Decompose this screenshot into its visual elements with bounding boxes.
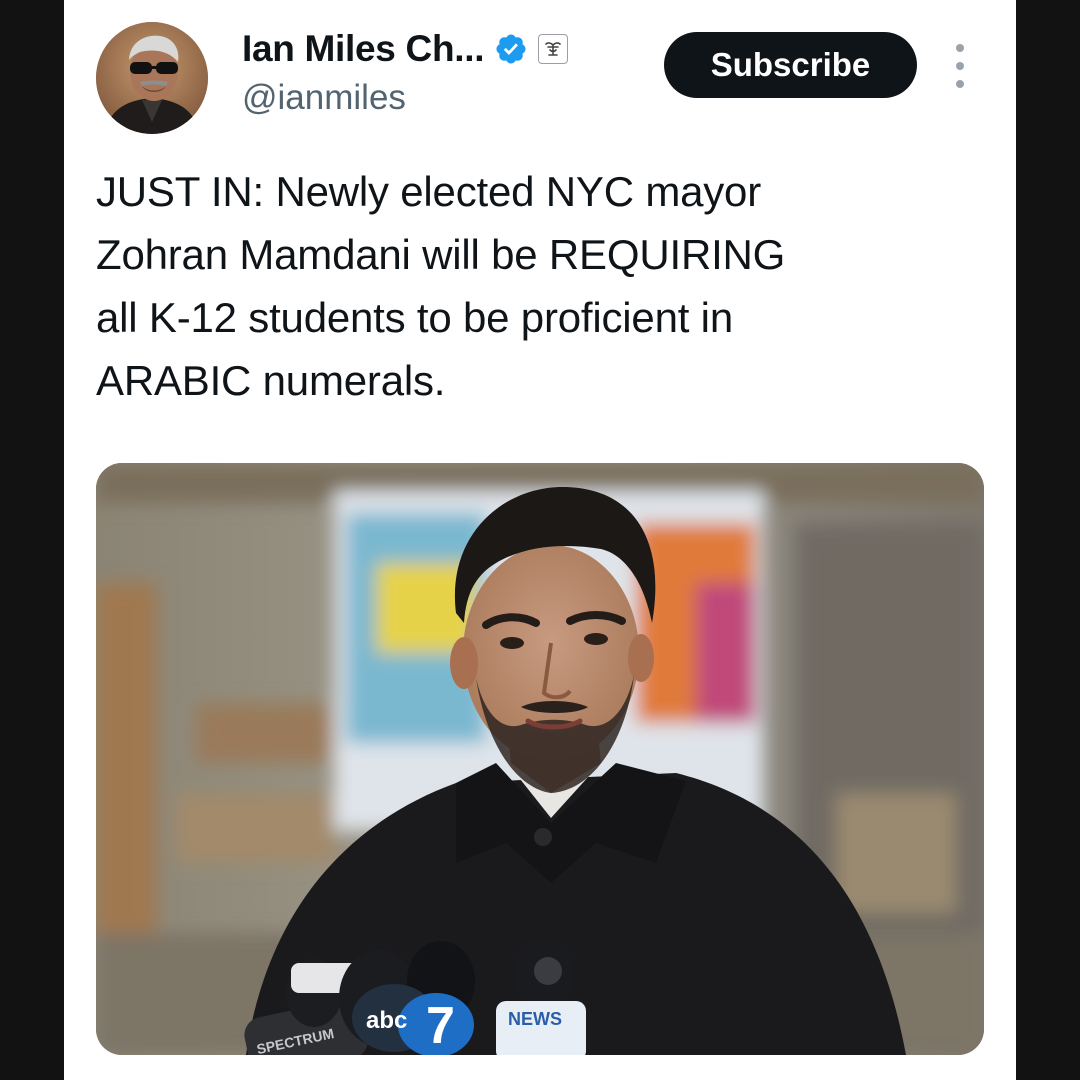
tweet-media-photo[interactable]: abc 7 NEWS SPECTRUM	[96, 463, 984, 1055]
tweet-text: JUST IN: Newly elected NYC mayor Zohran …	[96, 168, 786, 404]
tweet-card[interactable]: Ian Miles Ch... @ianmiles Subscribe JUST…	[64, 0, 1016, 1080]
verified-badge-icon	[494, 32, 528, 66]
subscribe-button[interactable]: Subscribe	[664, 32, 917, 98]
mic-label-news: NEWS	[508, 1009, 562, 1029]
author-name-row: Ian Miles Ch...	[242, 26, 569, 72]
more-vertical-icon[interactable]	[950, 44, 970, 88]
affiliate-badge-icon[interactable]	[538, 34, 569, 64]
author-avatar[interactable]	[96, 22, 208, 134]
author-display-name[interactable]: Ian Miles Ch...	[242, 28, 485, 70]
author-handle[interactable]: @ianmiles	[242, 78, 406, 118]
mic-label-7: 7	[426, 997, 455, 1055]
mic-label-abc: abc	[366, 1007, 407, 1034]
